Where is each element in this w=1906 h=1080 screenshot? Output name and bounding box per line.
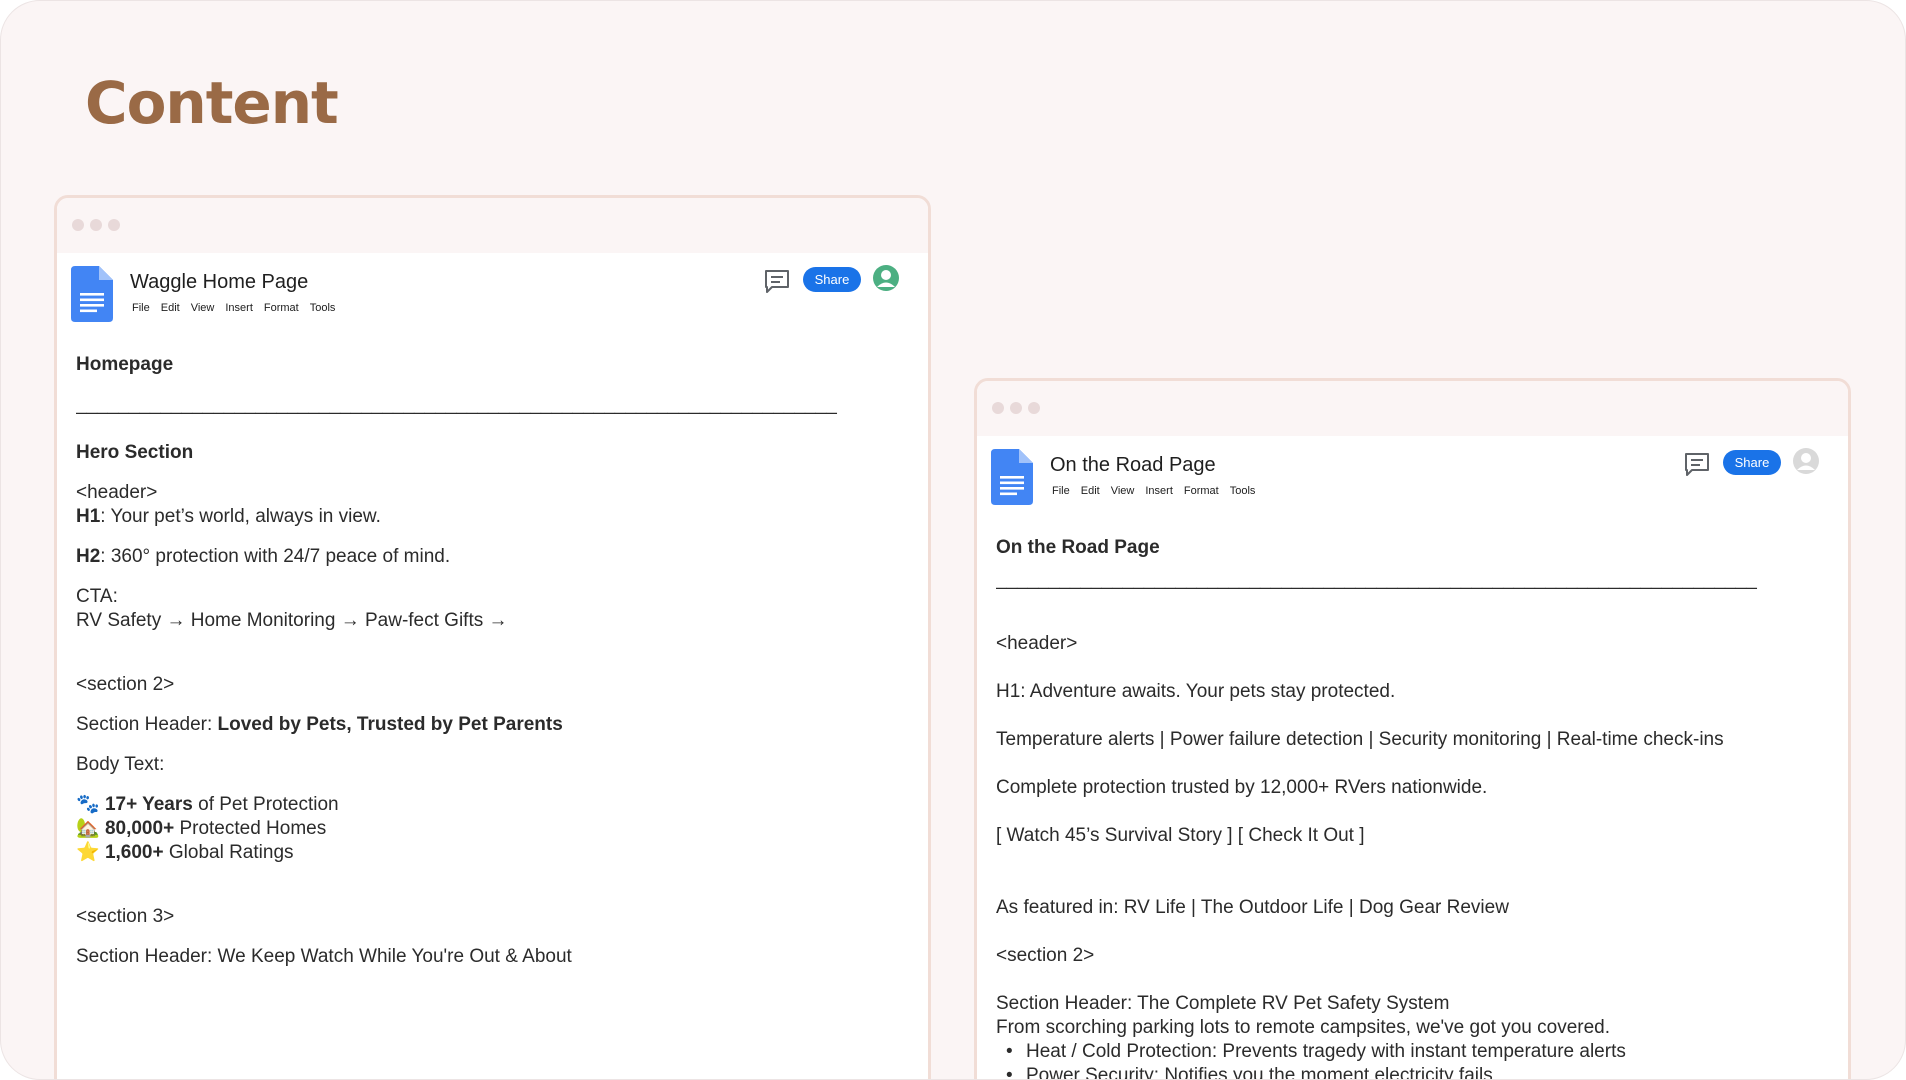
doc-header: Waggle Home Page File Edit View Insert F…	[57, 253, 928, 353]
list-item: Power Security: Notifies you the moment …	[1006, 1064, 1828, 1079]
doc-heading: Homepage	[76, 354, 174, 375]
section3-tag: <section 3>	[76, 906, 175, 927]
list-item: Heat / Cold Protection: Prevents tragedy…	[1006, 1040, 1828, 1064]
house-icon: 🏡	[76, 818, 100, 839]
window-controls	[992, 402, 1040, 414]
menu-insert[interactable]: Insert	[1145, 485, 1173, 497]
menu-file[interactable]: File	[132, 302, 150, 314]
doc-title[interactable]: Waggle Home Page	[130, 271, 308, 294]
stat-value: 1,600+	[104, 842, 164, 863]
section3-header: Section Header: We Keep Watch While You'…	[76, 946, 572, 967]
menu-format[interactable]: Format	[264, 302, 299, 314]
stat-value: 80,000+	[104, 818, 175, 839]
doc-title[interactable]: On the Road Page	[1050, 454, 1216, 477]
h1-text: : Your pet’s world, always in view.	[100, 506, 381, 527]
window-dot[interactable]	[992, 402, 1004, 414]
stat-value: 17+ Years	[104, 794, 193, 815]
menu-tools[interactable]: Tools	[310, 302, 336, 314]
window-dot[interactable]	[1028, 402, 1040, 414]
menu-insert[interactable]: Insert	[225, 302, 253, 314]
menu-edit[interactable]: Edit	[161, 302, 180, 314]
divider-rule: ________________________________________…	[996, 569, 1757, 590]
page-title: Content	[85, 69, 339, 137]
cta-text: RV Safety → Home Monitoring → Paw-fect G…	[76, 610, 508, 631]
stat-line: 🏡 80,000+ Protected Homes	[76, 817, 908, 841]
window-dot[interactable]	[1010, 402, 1022, 414]
hero-heading: Hero Section	[76, 442, 194, 463]
stat-line: 🐾 17+ Years of Pet Protection	[76, 793, 908, 817]
account-icon[interactable]	[872, 264, 900, 292]
features-line: Temperature alerts | Power failure detec…	[996, 729, 1724, 750]
doc-window-home: Waggle Home Page File Edit View Insert F…	[54, 195, 931, 1079]
cta-line: [ Watch 45’s Survival Story ] [ Check It…	[996, 825, 1365, 846]
section2-header-label: Section Header:	[76, 714, 218, 735]
window-controls	[72, 219, 120, 231]
doc-body[interactable]: On the Road Page _______________________…	[977, 536, 1848, 1079]
trust-line: Complete protection trusted by 12,000+ R…	[996, 777, 1488, 798]
featured-line: As featured in: RV Life | The Outdoor Li…	[996, 897, 1509, 918]
share-button[interactable]: Share	[1723, 450, 1781, 475]
cta-label: CTA:	[76, 586, 118, 607]
window-dot[interactable]	[108, 219, 120, 231]
section2-header-text: Loved by Pets, Trusted by Pet Parents	[217, 714, 563, 735]
stat-text: Protected Homes	[174, 818, 327, 839]
section2-tag: <section 2>	[996, 945, 1095, 966]
menu-view[interactable]: View	[1111, 485, 1135, 497]
stat-text: of Pet Protection	[192, 794, 339, 815]
body-text-label: Body Text:	[76, 754, 165, 775]
google-docs-icon[interactable]	[991, 449, 1033, 505]
star-icon: ⭐	[76, 842, 100, 863]
doc-body[interactable]: Homepage _______________________________…	[57, 353, 928, 969]
doc-menu-bar: File Edit View Insert Format Tools	[1052, 485, 1255, 497]
h2-label: H2	[76, 546, 101, 567]
menu-tools[interactable]: Tools	[1230, 485, 1256, 497]
feature-list: Heat / Cold Protection: Prevents tragedy…	[996, 1040, 1828, 1079]
menu-file[interactable]: File	[1052, 485, 1070, 497]
header-tag: <header>	[996, 633, 1078, 654]
google-docs-icon[interactable]	[71, 266, 113, 322]
paw-icon: 🐾	[76, 794, 100, 815]
doc-header: On the Road Page File Edit View Insert F…	[977, 436, 1848, 536]
account-icon[interactable]	[1792, 447, 1820, 475]
window-titlebar	[57, 198, 928, 253]
divider-rule: ________________________________________…	[76, 394, 837, 415]
menu-format[interactable]: Format	[1184, 485, 1219, 497]
share-button[interactable]: Share	[803, 267, 861, 292]
window-titlebar	[977, 381, 1848, 436]
section2-tag: <section 2>	[76, 674, 175, 695]
h1-line: H1: Adventure awaits. Your pets stay pro…	[996, 681, 1396, 702]
stat-line: ⭐ 1,600+ Global Ratings	[76, 841, 908, 865]
h1-label: H1	[76, 506, 101, 527]
menu-view[interactable]: View	[191, 302, 215, 314]
window-dot[interactable]	[90, 219, 102, 231]
stat-text: Global Ratings	[163, 842, 294, 863]
doc-window-on-the-road: On the Road Page File Edit View Insert F…	[974, 378, 1851, 1079]
h2-line: H2: 360° protection with 24/7 peace of m…	[76, 545, 908, 569]
menu-edit[interactable]: Edit	[1081, 485, 1100, 497]
doc-menu-bar: File Edit View Insert Format Tools	[132, 302, 335, 314]
window-dot[interactable]	[72, 219, 84, 231]
h2-text: : 360° protection with 24/7 peace of min…	[100, 546, 451, 567]
header-tag: <header>	[76, 482, 158, 503]
comment-icon[interactable]	[1683, 451, 1711, 477]
doc-heading: On the Road Page	[996, 537, 1160, 558]
section2-header: Section Header: The Complete RV Pet Safe…	[996, 993, 1450, 1014]
h1-line: H1: Your pet’s world, always in view.	[76, 505, 908, 529]
section2-header: Section Header: Loved by Pets, Trusted b…	[76, 713, 908, 737]
section2-intro: From scorching parking lots to remote ca…	[996, 1017, 1611, 1038]
content-slide: Content Waggle Home Page File Edit View …	[0, 0, 1906, 1080]
comment-icon[interactable]	[763, 268, 791, 294]
